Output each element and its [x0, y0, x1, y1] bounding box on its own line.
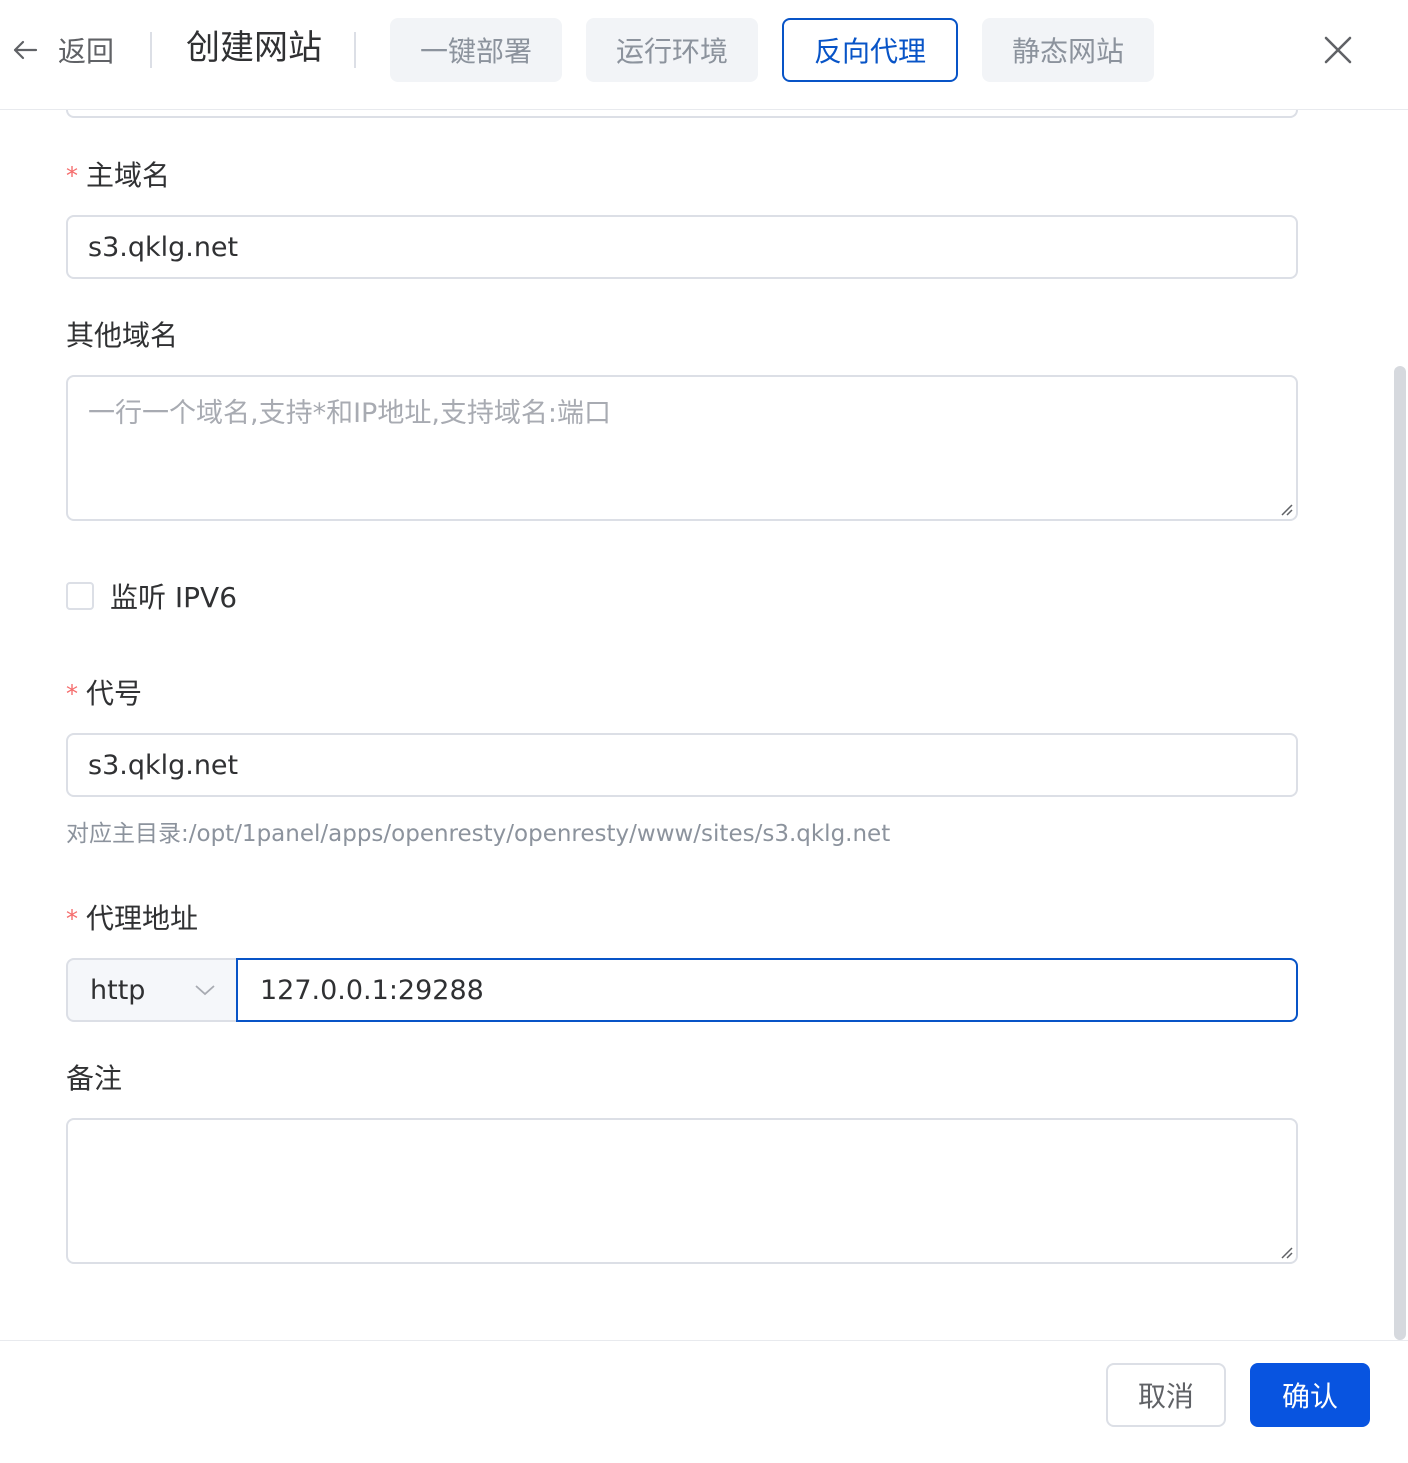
required-mark: * [66, 905, 78, 933]
alias-label: * 代号 [66, 677, 143, 710]
other-domains-textarea[interactable]: 一行一个域名,支持*和IP地址,支持域名:端口 [66, 375, 1298, 521]
remark-label: 备注 [66, 1062, 123, 1095]
other-domains-label: 其他域名 [66, 319, 179, 352]
proxy-label: * 代理地址 [66, 902, 199, 935]
tab-reverse-proxy[interactable]: 反向代理 [782, 18, 958, 82]
primary-domain-input[interactable]: s3.qklg.net [66, 215, 1298, 279]
alias-input[interactable]: s3.qklg.net [66, 733, 1298, 797]
protocol-value: http [90, 974, 146, 1006]
required-mark: * [66, 680, 78, 708]
alias-value: s3.qklg.net [88, 749, 239, 781]
dialog-footer: 取消 确认 [0, 1340, 1408, 1463]
vertical-scrollbar[interactable] [1394, 366, 1406, 1340]
proxy-address-input[interactable]: 127.0.0.1:29288 [236, 958, 1298, 1022]
page-title: 创建网站 [186, 28, 322, 68]
remark-textarea[interactable] [66, 1118, 1298, 1264]
tab-static-site[interactable]: 静态网站 [982, 18, 1154, 82]
tab-runtime[interactable]: 运行环境 [586, 18, 758, 82]
divider [354, 32, 356, 68]
primary-domain-value: s3.qklg.net [88, 231, 239, 263]
primary-domain-label: * 主域名 [66, 159, 171, 192]
ipv6-checkbox-row[interactable]: 监听 IPV6 [66, 576, 237, 616]
divider [150, 32, 152, 68]
tab-one-click-deploy[interactable]: 一键部署 [390, 18, 562, 82]
cancel-button[interactable]: 取消 [1106, 1363, 1226, 1427]
dialog-header: 返回 创建网站 一键部署 运行环境 反向代理 静态网站 [0, 0, 1408, 110]
confirm-button[interactable]: 确认 [1250, 1363, 1370, 1427]
resize-handle-icon[interactable] [1278, 501, 1294, 517]
ipv6-checkbox[interactable] [66, 582, 94, 610]
back-button[interactable]: 返回 [10, 26, 114, 74]
resize-handle-icon[interactable] [1278, 1244, 1294, 1260]
back-label: 返回 [58, 35, 115, 68]
alias-hint: 对应主目录:/opt/1panel/apps/openresty/openres… [66, 821, 891, 847]
proxy-address-value: 127.0.0.1:29288 [260, 974, 484, 1006]
chevron-down-icon [195, 985, 215, 996]
ipv6-label: 监听 IPV6 [110, 581, 238, 614]
close-icon[interactable] [1318, 30, 1358, 70]
protocol-select[interactable]: http [66, 958, 238, 1022]
required-mark: * [66, 162, 78, 190]
arrow-left-icon [13, 40, 38, 60]
other-domains-placeholder: 一行一个域名,支持*和IP地址,支持域名:端口 [88, 398, 612, 429]
